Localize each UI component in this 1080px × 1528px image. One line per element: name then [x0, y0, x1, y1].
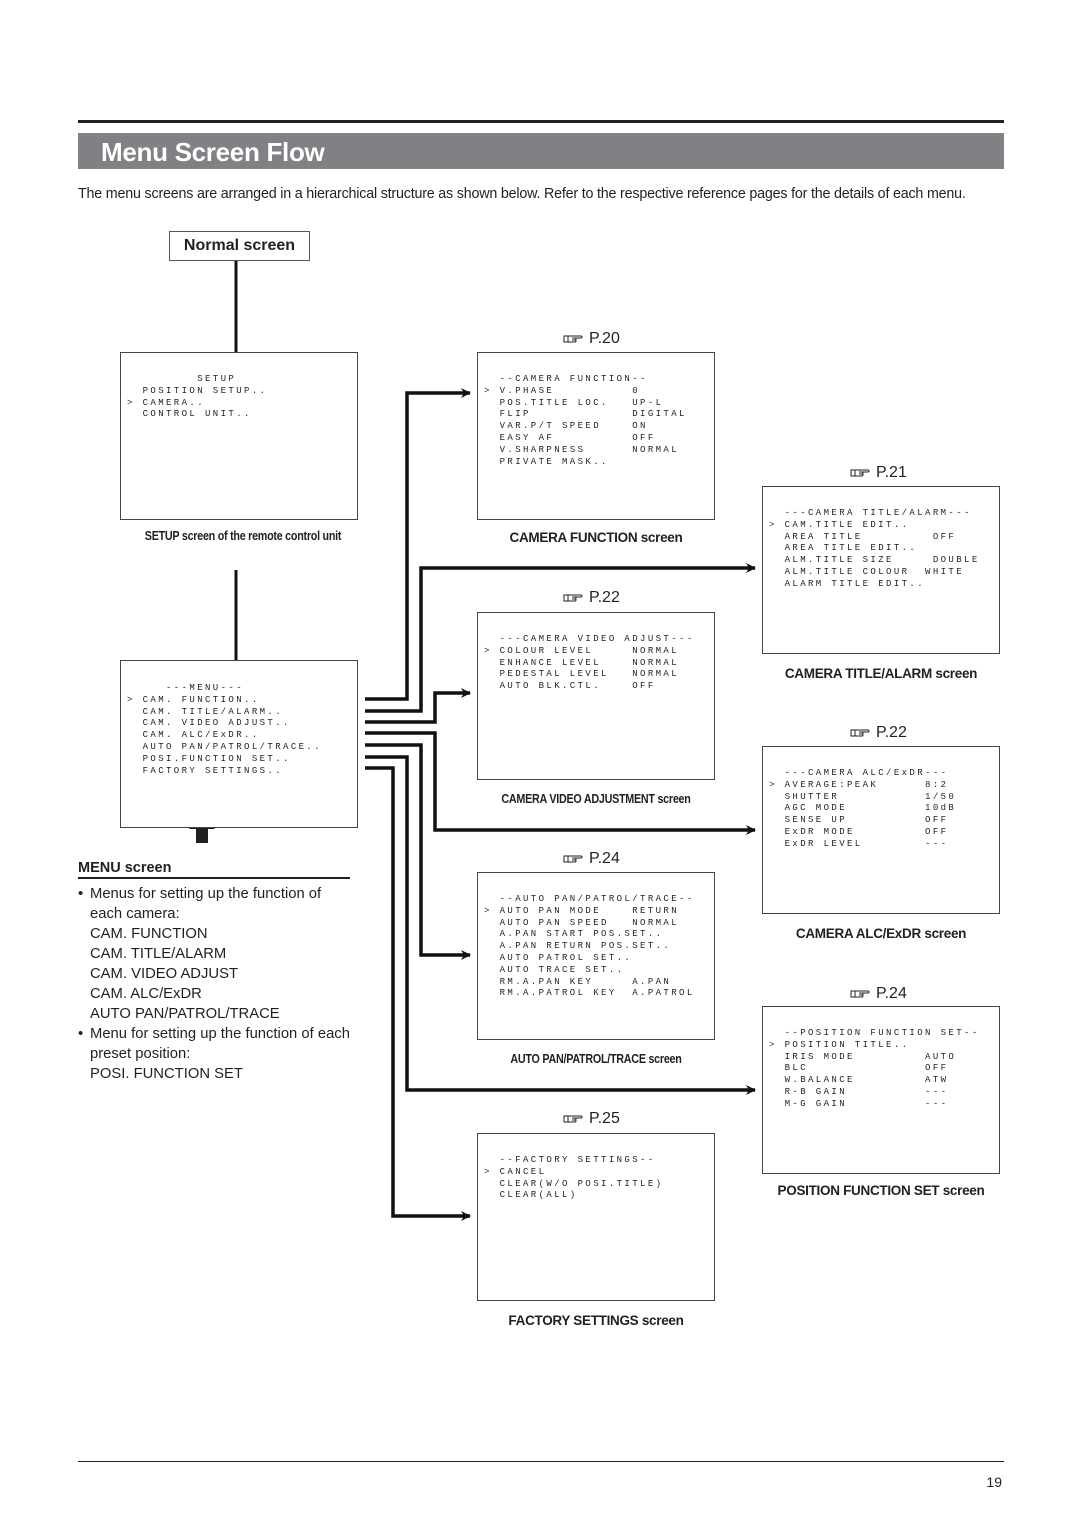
- bullet-icon: •: [78, 886, 84, 902]
- page-ref: P.22: [876, 724, 907, 741]
- bullet-text: Menus for setting up the function of eac…: [90, 886, 322, 922]
- pointing-hand-icon: [563, 335, 583, 343]
- factory-settings-screen: --FACTORY SETTINGS-- > CANCEL CLEAR(W/O …: [477, 1133, 715, 1301]
- camera-video-adjust-caption: CAMERA VIDEO ADJUSTMENT screen: [501, 792, 691, 806]
- pointing-hand-icon: [563, 594, 583, 602]
- camera-video-adjust-screen: ---CAMERA VIDEO ADJUST--- > COLOUR LEVEL…: [477, 612, 715, 780]
- page-number: 19: [986, 1474, 1002, 1490]
- camera-video-adjust-ref: P.22: [563, 589, 620, 607]
- camera-function-ref: P.20: [563, 330, 620, 348]
- auto-pan-patrol-trace-screen: --AUTO PAN/PATROL/TRACE-- > AUTO PAN MOD…: [477, 872, 715, 1040]
- camera-alc-exdr-ref: P.22: [850, 724, 907, 742]
- setup-screen-text: SETUP POSITION SETUP.. > CAMERA.. CONTRO…: [127, 374, 268, 420]
- camera-menu-item: CAM. ALC/ExDR: [90, 986, 202, 1002]
- setup-screen-caption: SETUP screen of the remote control unit: [144, 529, 342, 543]
- factory-settings-text: --FACTORY SETTINGS-- > CANCEL CLEAR(W/O …: [484, 1155, 664, 1201]
- camera-menu-item: AUTO PAN/PATROL/TRACE: [90, 1006, 280, 1022]
- camera-menu-item: CAM. FUNCTION: [90, 926, 208, 942]
- pointing-hand-icon: [850, 729, 870, 737]
- menu-screen-description: • Menus for setting up the function of e…: [78, 884, 353, 1084]
- connector-auto-pan: [365, 743, 471, 960]
- connector-factory-settings: [365, 766, 471, 1221]
- bullet-text: Menu for setting up the function of each…: [90, 1026, 350, 1062]
- camera-title-alarm-screen: ---CAMERA TITLE/ALARM--- > CAM.TITLE EDI…: [762, 486, 1000, 654]
- pointing-hand-icon: [563, 855, 583, 863]
- pointing-hand-icon: [563, 1115, 583, 1123]
- page-ref: P.25: [589, 1110, 620, 1127]
- position-function-set-screen: --POSITION FUNCTION SET-- > POSITION TIT…: [762, 1006, 1000, 1174]
- connector-cam-function: [365, 388, 471, 701]
- position-function-ref: P.24: [850, 985, 907, 1003]
- position-function-set-text: --POSITION FUNCTION SET-- > POSITION TIT…: [769, 1028, 980, 1109]
- camera-function-screen: --CAMERA FUNCTION-- > V.PHASE 0 POS.TITL…: [477, 352, 715, 520]
- menu-screen-text: ---MENU--- > CAM. FUNCTION.. CAM. TITLE/…: [127, 683, 323, 776]
- auto-pan-patrol-trace-caption: AUTO PAN/PATROL/TRACE screen: [510, 1052, 682, 1066]
- page-ref: P.20: [589, 330, 620, 347]
- position-function-set-caption: POSITION FUNCTION SET screen: [777, 1183, 985, 1198]
- footer-rule: [78, 1461, 1004, 1462]
- camera-alc-exdr-screen: ---CAMERA ALC/ExDR--- > AVERAGE:PEAK 8:2…: [762, 746, 1000, 914]
- page-ref: P.21: [876, 464, 907, 481]
- menu-screen-heading: MENU screen: [78, 860, 350, 879]
- bullet-item: • Menu for setting up the function of ea…: [78, 1024, 353, 1064]
- camera-title-alarm-text: ---CAMERA TITLE/ALARM--- > CAM.TITLE EDI…: [769, 508, 980, 589]
- camera-menu-item: CAM. TITLE/ALARM: [90, 946, 227, 962]
- pointing-hand-icon: [850, 469, 870, 477]
- setup-screen: SETUP POSITION SETUP.. > CAMERA.. CONTRO…: [120, 352, 358, 520]
- camera-alc-exdr-text: ---CAMERA ALC/ExDR--- > AVERAGE:PEAK 8:2…: [769, 768, 957, 849]
- page-ref: P.22: [589, 589, 620, 606]
- bullet-icon: •: [78, 1026, 84, 1042]
- pointing-hand-icon: [850, 990, 870, 998]
- position-menu-item: POSI. FUNCTION SET: [90, 1066, 243, 1082]
- auto-pan-patrol-trace-text: --AUTO PAN/PATROL/TRACE-- > AUTO PAN MOD…: [484, 894, 695, 999]
- bullet-item: • Menus for setting up the function of e…: [78, 884, 353, 924]
- camera-menu-item: CAM. VIDEO ADJUST: [90, 966, 238, 982]
- camera-function-caption: CAMERA FUNCTION screen: [509, 530, 683, 545]
- page-ref: P.24: [876, 985, 907, 1002]
- factory-settings-caption: FACTORY SETTINGS screen: [508, 1313, 684, 1328]
- camera-title-alarm-caption: CAMERA TITLE/ALARM screen: [784, 666, 978, 681]
- menu-screen: ---MENU--- > CAM. FUNCTION.. CAM. TITLE/…: [120, 660, 358, 828]
- factory-settings-ref: P.25: [563, 1110, 620, 1128]
- camera-function-text: --CAMERA FUNCTION-- > V.PHASE 0 POS.TITL…: [484, 374, 687, 467]
- page-ref: P.24: [589, 850, 620, 867]
- camera-title-alarm-ref: P.21: [850, 464, 907, 482]
- camera-video-adjust-text: ---CAMERA VIDEO ADJUST--- > COLOUR LEVEL…: [484, 634, 695, 692]
- auto-pan-ref: P.24: [563, 850, 620, 868]
- camera-alc-exdr-caption: CAMERA ALC/ExDR screen: [795, 926, 967, 941]
